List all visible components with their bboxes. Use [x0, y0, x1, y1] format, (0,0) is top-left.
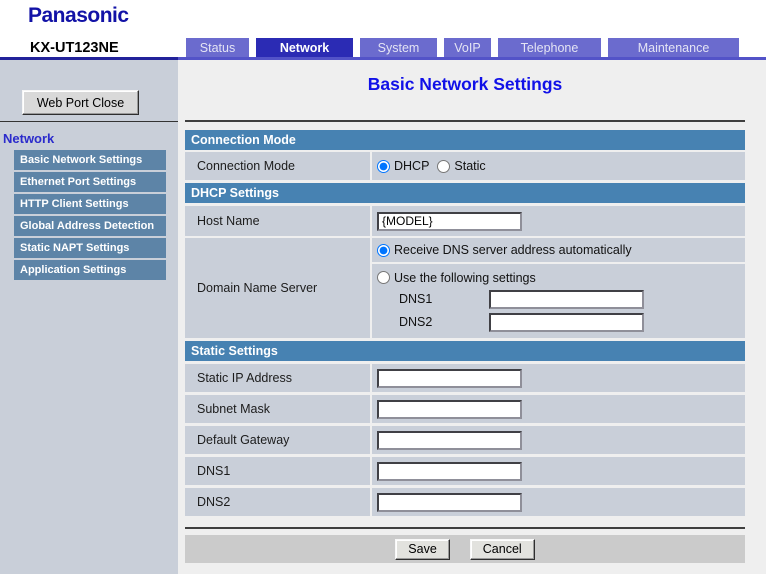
dhcp-dns1-label: DNS1 — [399, 292, 489, 306]
sidebar-item-static-napt-settings[interactable]: Static NAPT Settings — [14, 238, 166, 258]
save-button[interactable]: Save — [395, 539, 450, 560]
static-dns1-label: DNS1 — [185, 457, 370, 485]
tab-status[interactable]: Status — [186, 38, 249, 57]
dhcp-radio[interactable] — [377, 160, 390, 173]
connection-mode-row: Connection Mode DHCP Static — [185, 152, 745, 180]
static-dns2-input[interactable] — [377, 493, 522, 512]
tab-telephone[interactable]: Telephone — [498, 38, 601, 57]
sidebar-item-basic-network-settings[interactable]: Basic Network Settings — [14, 150, 166, 170]
dns-auto-cell: Receive DNS server address automatically — [372, 238, 745, 262]
dhcp-radio-label: DHCP — [394, 159, 429, 173]
static-ip-value-cell — [372, 364, 745, 392]
sidebar-menu: Basic Network Settings Ethernet Port Set… — [14, 150, 166, 282]
connection-mode-label: Connection Mode — [185, 152, 370, 180]
button-bar: Save Cancel — [185, 535, 745, 563]
sidebar-item-application-settings[interactable]: Application Settings — [14, 260, 166, 280]
host-name-input[interactable] — [377, 212, 522, 231]
sidebar-item-ethernet-port-settings[interactable]: Ethernet Port Settings — [14, 172, 166, 192]
subnet-mask-row: Subnet Mask — [185, 395, 745, 423]
header: Panasonic — [0, 0, 766, 38]
connection-mode-value: DHCP Static — [372, 152, 745, 180]
subnet-mask-value-cell — [372, 395, 745, 423]
host-name-label: Host Name — [185, 206, 370, 236]
default-gateway-row: Default Gateway — [185, 426, 745, 454]
static-dns1-value-cell — [372, 457, 745, 485]
tab-network[interactable]: Network — [256, 38, 353, 57]
default-gateway-label: Default Gateway — [185, 426, 370, 454]
main-content: Basic Network Settings Connection Mode C… — [178, 60, 766, 574]
tab-bar: Status Network System VoIP Telephone Mai… — [186, 38, 739, 57]
page-title: Basic Network Settings — [185, 74, 745, 95]
cancel-button[interactable]: Cancel — [470, 539, 535, 560]
host-name-value-cell — [372, 206, 745, 236]
section-header-dhcp-settings: DHCP Settings — [185, 183, 745, 203]
sidebar-item-global-address-detection[interactable]: Global Address Detection — [14, 216, 166, 236]
settings-form: Connection Mode Connection Mode DHCP Sta… — [185, 130, 745, 563]
sidebar-item-http-client-settings[interactable]: HTTP Client Settings — [14, 194, 166, 214]
tab-maintenance[interactable]: Maintenance — [608, 38, 739, 57]
default-gateway-value-cell — [372, 426, 745, 454]
dns-auto-label: Receive DNS server address automatically — [394, 243, 632, 257]
model-name: KX-UT123NE — [30, 40, 119, 56]
top-divider — [185, 120, 745, 122]
section-header-static-settings: Static Settings — [185, 341, 745, 361]
bottom-divider — [185, 527, 745, 529]
static-dns2-label: DNS2 — [185, 488, 370, 516]
sidebar: Web Port Close Network Basic Network Set… — [0, 60, 178, 574]
domain-name-server-label: Domain Name Server — [185, 238, 370, 338]
subnet-mask-input[interactable] — [377, 400, 522, 419]
panasonic-logo: Panasonic — [28, 4, 129, 28]
static-dns1-input[interactable] — [377, 462, 522, 481]
dns-auto-radio[interactable] — [377, 244, 390, 257]
dns-manual-cell: Use the following settings DNS1 DNS2 — [372, 264, 745, 338]
static-ip-label: Static IP Address — [185, 364, 370, 392]
static-radio-label: Static — [454, 159, 485, 173]
section-header-connection-mode: Connection Mode — [185, 130, 745, 150]
dns-manual-label: Use the following settings — [394, 271, 536, 285]
dns-manual-radio[interactable] — [377, 271, 390, 284]
static-dns2-value-cell — [372, 488, 745, 516]
web-port-close-button[interactable]: Web Port Close — [22, 90, 139, 115]
tab-system[interactable]: System — [360, 38, 437, 57]
sidebar-heading: Network — [3, 131, 54, 146]
static-dns1-row: DNS1 — [185, 457, 745, 485]
sidebar-divider — [0, 121, 178, 122]
static-radio[interactable] — [437, 160, 450, 173]
dhcp-dns2-input[interactable] — [489, 313, 644, 332]
tab-voip[interactable]: VoIP — [444, 38, 491, 57]
dhcp-dns2-label: DNS2 — [399, 315, 489, 329]
subnet-mask-label: Subnet Mask — [185, 395, 370, 423]
static-ip-row: Static IP Address — [185, 364, 745, 392]
static-dns2-row: DNS2 — [185, 488, 745, 516]
domain-name-server-row: Domain Name Server Receive DNS server ad… — [185, 238, 745, 338]
host-name-row: Host Name — [185, 206, 745, 236]
dhcp-dns1-input[interactable] — [489, 290, 644, 309]
default-gateway-input[interactable] — [377, 431, 522, 450]
static-ip-input[interactable] — [377, 369, 522, 388]
